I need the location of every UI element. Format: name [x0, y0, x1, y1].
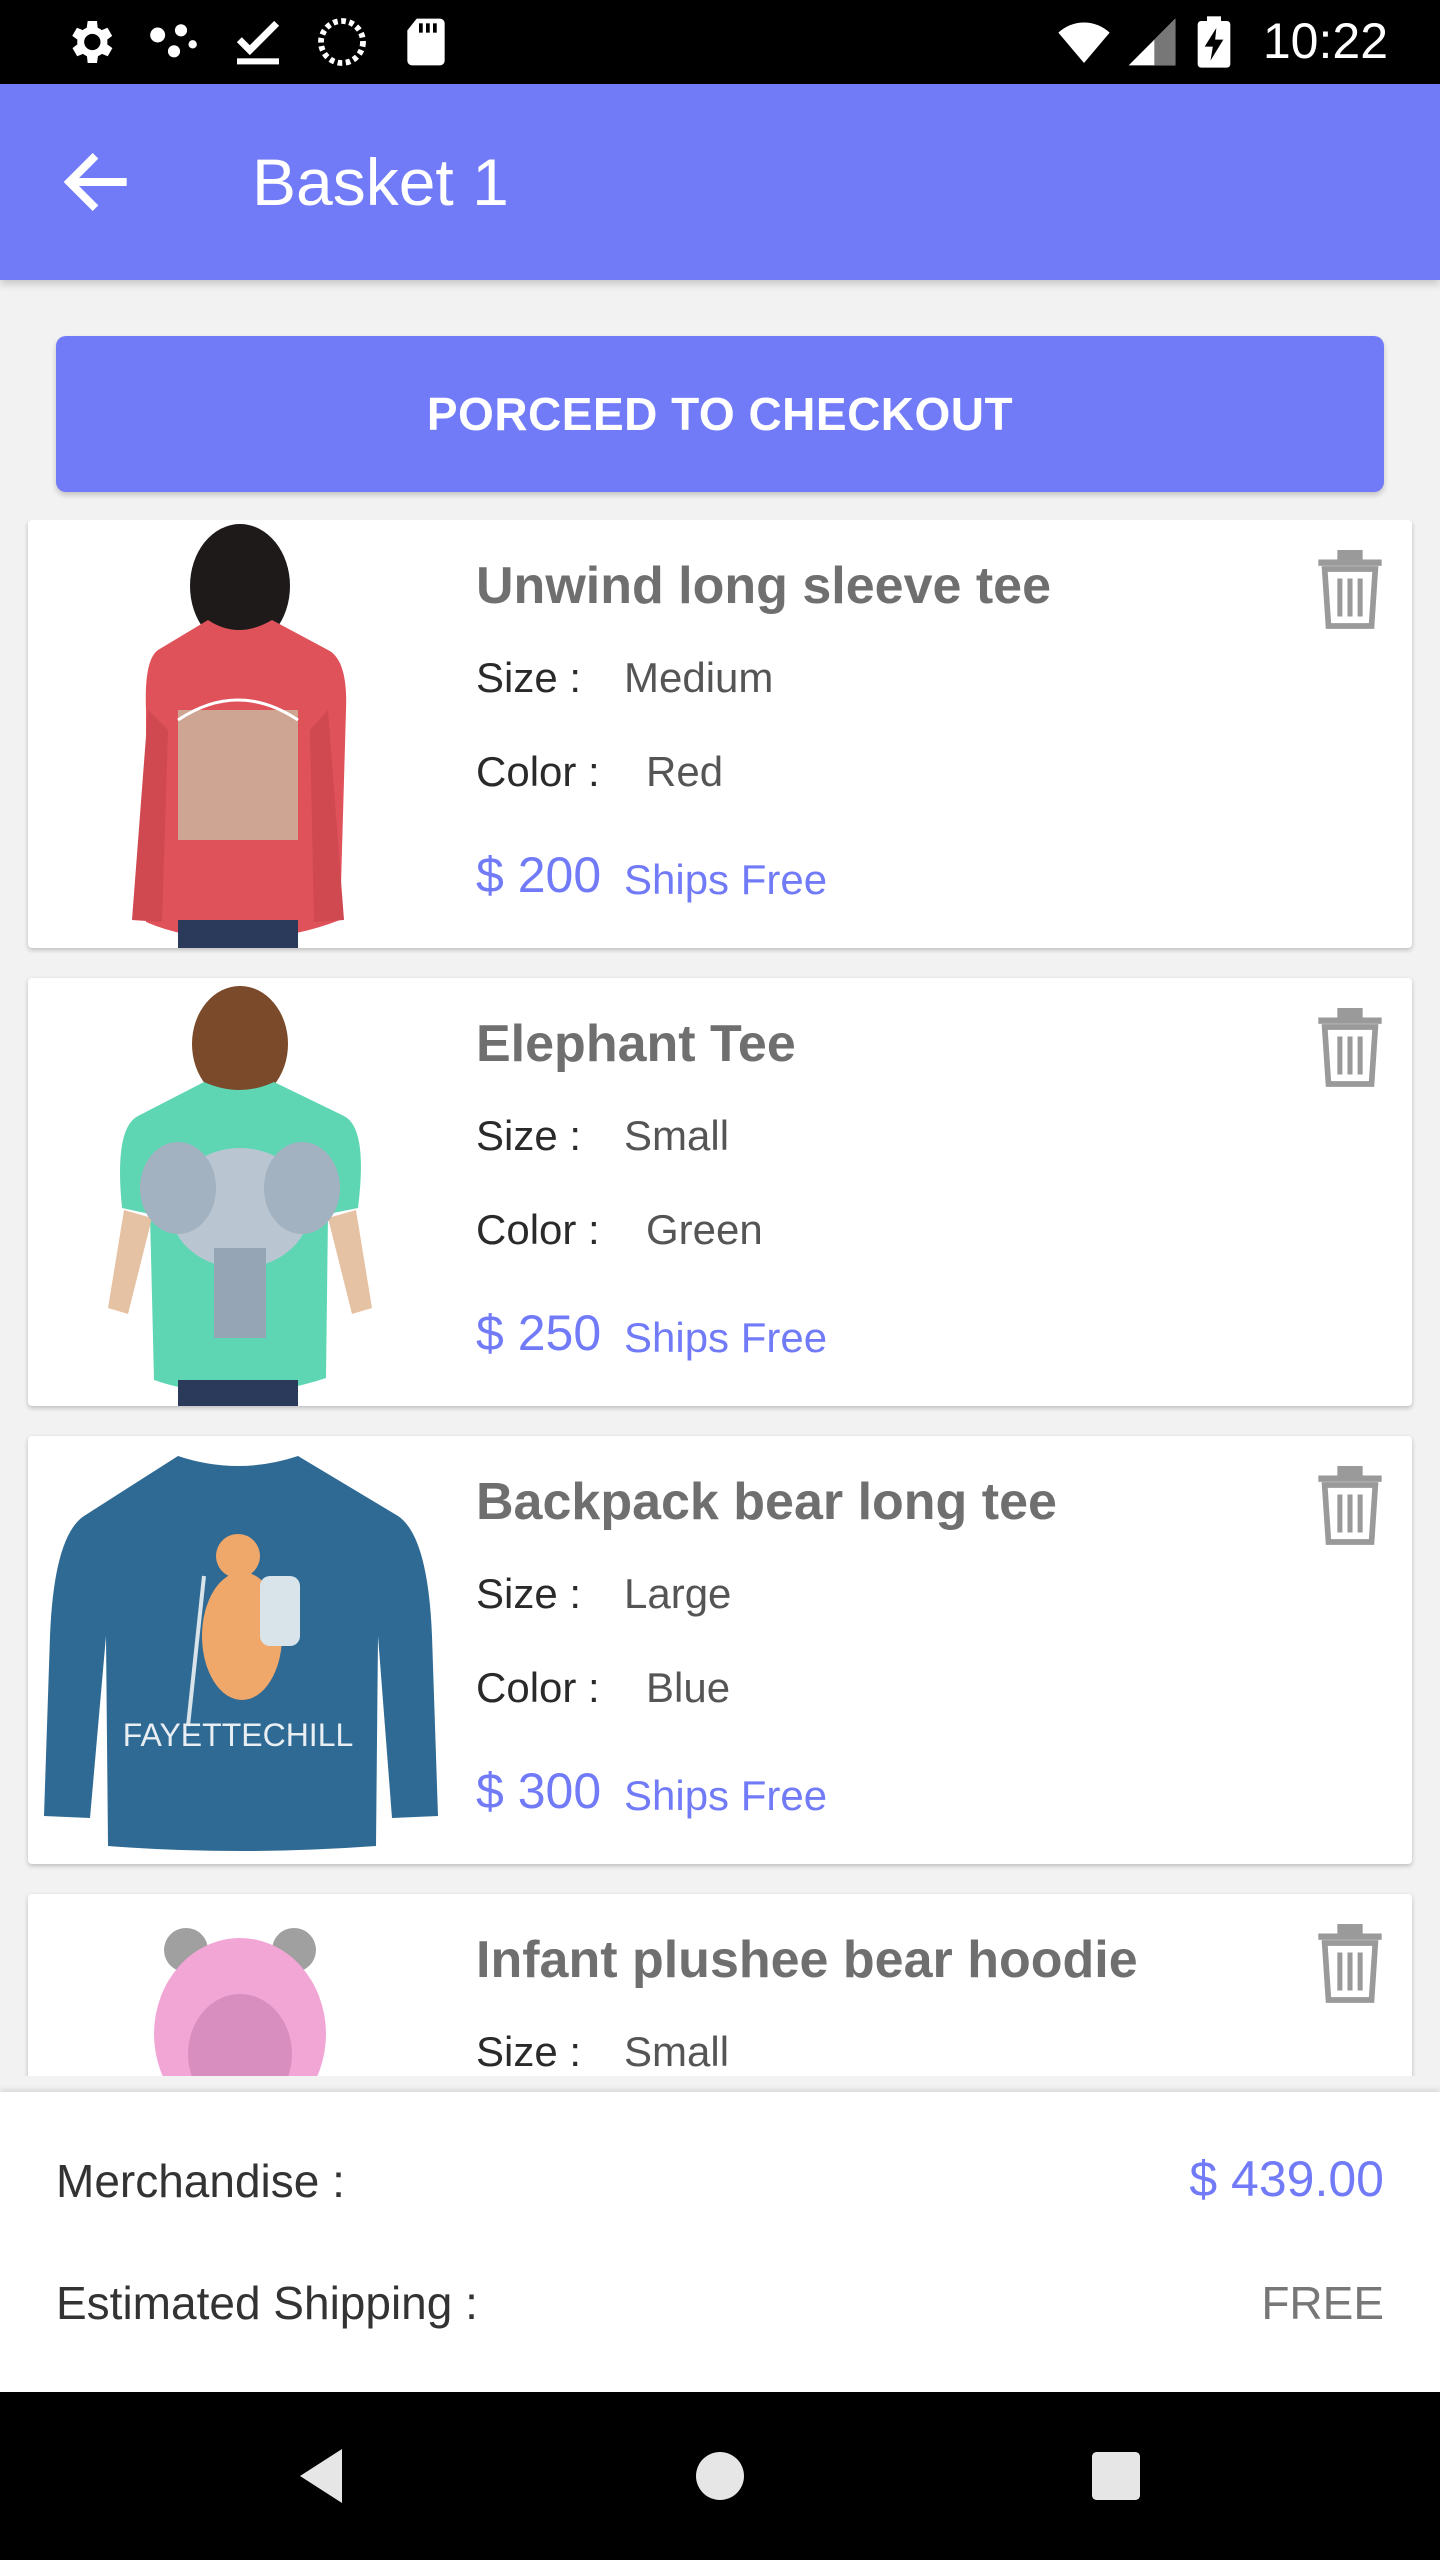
product-image: FAYETTECHILL [28, 1436, 448, 1864]
size-value: Medium [624, 654, 774, 701]
color-label: Color : [476, 1664, 600, 1711]
basket-item-card[interactable]: Unwind long sleeve tee Size : Medium Colo… [28, 520, 1412, 948]
color-value: Green [646, 1206, 763, 1253]
merchandise-total: $ 439.00 [1189, 2151, 1384, 2207]
item-price: $ 300 [476, 1763, 602, 1819]
trash-icon[interactable] [1312, 1004, 1388, 1088]
signal-icon [1128, 18, 1176, 66]
color-value: Blue [646, 1664, 731, 1711]
color-label: Color : [476, 1206, 600, 1253]
trash-icon[interactable] [1312, 1920, 1388, 2004]
item-color-row: Color : Blue [476, 1664, 730, 1712]
svg-text:FAYETTECHILL: FAYETTECHILL [123, 1717, 354, 1753]
product-image [28, 1894, 448, 2076]
basket-item-card[interactable]: Infant plushee bear hoodie Size : Small [28, 1894, 1412, 2076]
product-image [28, 978, 448, 1406]
size-value: Large [624, 1570, 732, 1617]
item-size-row: Size : Small [476, 2028, 729, 2076]
item-name[interactable]: Elephant Tee [476, 1014, 796, 1074]
item-price: $ 250 [476, 1305, 602, 1361]
merchandise-label: Merchandise : [56, 2155, 345, 2207]
status-time: 10:22 [1262, 13, 1388, 69]
loading-icon [318, 18, 366, 66]
shipping-value: FREE [1261, 2277, 1384, 2329]
item-color-row: Color : Green [476, 1206, 763, 1254]
shipping-note: Ships Free [624, 1314, 828, 1361]
recents-square-icon[interactable] [1080, 2440, 1152, 2512]
item-size-row: Size : Small [476, 1112, 729, 1160]
size-label: Size : [476, 2028, 582, 2075]
dots-icon [150, 24, 197, 58]
item-price: $ 200 [476, 847, 602, 903]
item-color-row: Color : Red [476, 748, 723, 796]
shipping-label: Estimated Shipping : [56, 2277, 478, 2329]
sd-card-icon [407, 18, 445, 66]
app-bar: Basket 1 [0, 84, 1440, 280]
trash-icon[interactable] [1312, 1462, 1388, 1546]
shipping-note: Ships Free [624, 856, 828, 903]
basket-item-card[interactable]: Elephant Tee Size : Small Color : Green $ … [28, 978, 1412, 1406]
item-size-row: Size : Medium [476, 654, 773, 702]
arrow-back-icon[interactable] [56, 142, 136, 222]
back-triangle-icon[interactable] [288, 2440, 360, 2512]
checkout-button[interactable]: PORCEED TO CHECKOUT [56, 336, 1384, 492]
home-circle-icon[interactable] [684, 2440, 756, 2512]
color-label: Color : [476, 748, 600, 795]
item-name[interactable]: Unwind long sleeve tee [476, 556, 1051, 616]
status-bar: 10:22 [0, 0, 1440, 84]
basket-item-list[interactable]: Unwind long sleeve tee Size : Medium Colo… [0, 520, 1440, 2076]
size-label: Size : [476, 1570, 582, 1617]
size-value: Small [624, 1112, 730, 1159]
trash-icon[interactable] [1312, 546, 1388, 630]
color-value: Red [646, 748, 724, 795]
system-nav-bar [0, 2392, 1440, 2560]
checkmark-icon [236, 20, 280, 65]
basket-item-card[interactable]: FAYETTECHILL Backpack bear long tee Size… [28, 1436, 1412, 1864]
item-name[interactable]: Backpack bear long tee [476, 1472, 1057, 1532]
wifi-icon [1058, 22, 1110, 63]
size-label: Size : [476, 1112, 582, 1159]
page-title: Basket 1 [252, 145, 509, 219]
shipping-note: Ships Free [624, 1772, 828, 1819]
item-name[interactable]: Infant plushee bear hoodie [476, 1930, 1138, 1990]
battery-charging-icon [1197, 16, 1231, 68]
size-label: Size : [476, 654, 582, 701]
item-size-row: Size : Large [476, 1570, 731, 1618]
order-summary: Merchandise : $ 439.00 Estimated Shippin… [0, 2092, 1440, 2392]
size-value: Small [624, 2028, 730, 2075]
product-image [28, 520, 448, 948]
gear-icon [72, 21, 113, 63]
